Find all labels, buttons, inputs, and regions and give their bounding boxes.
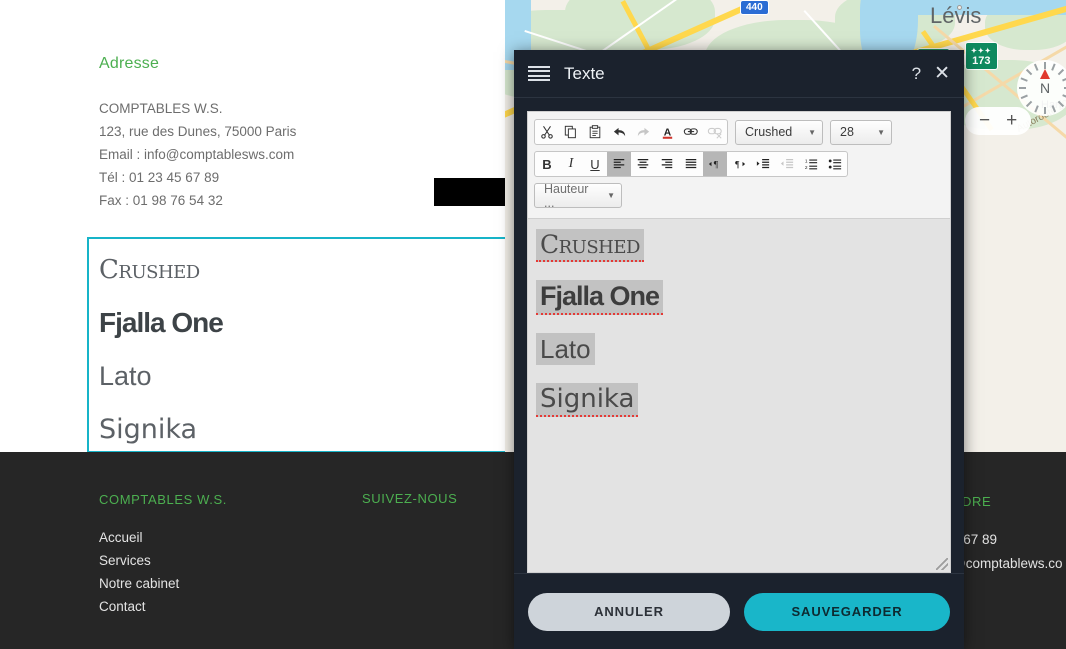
font-sample-lato: Lato bbox=[99, 361, 152, 391]
editor-toolbar: A Crushed ▼ 28 ▼ B I U ¶ ¶ 1 2 Hauteur .… bbox=[527, 111, 951, 218]
font-family-select[interactable]: Crushed ▼ bbox=[735, 119, 823, 145]
map-zoom-in-button[interactable]: + bbox=[1006, 110, 1017, 132]
save-button[interactable]: SAUVEGARDER bbox=[744, 592, 950, 631]
text-color-icon[interactable]: A bbox=[655, 120, 679, 144]
dialog-header: Texte ? ✕ bbox=[514, 50, 964, 98]
dialog-body: A Crushed ▼ 28 ▼ B I U ¶ ¶ 1 2 Hauteur .… bbox=[514, 98, 964, 573]
svg-text:¶: ¶ bbox=[714, 160, 719, 171]
outdent-button bbox=[775, 152, 799, 176]
format-button-group: B I U ¶ ¶ 1 2 bbox=[534, 151, 848, 177]
redo-icon bbox=[631, 120, 655, 144]
rich-text-editing-area[interactable]: Crushed Fjalla One Lato Signika bbox=[527, 218, 951, 573]
text-line[interactable]: Lato bbox=[536, 333, 940, 365]
chevron-down-icon: ▼ bbox=[877, 127, 885, 137]
unlink-icon bbox=[703, 120, 727, 144]
help-icon[interactable]: ? bbox=[912, 64, 921, 84]
link-icon[interactable] bbox=[679, 120, 703, 144]
text-line[interactable]: Crushed bbox=[536, 229, 940, 262]
copy-icon[interactable] bbox=[559, 120, 583, 144]
font-sample-signika: Signika bbox=[99, 414, 198, 445]
direction-ltr-button[interactable]: ¶ bbox=[703, 152, 727, 176]
text-line[interactable]: Fjalla One bbox=[536, 280, 940, 315]
align-center-button[interactable] bbox=[631, 152, 655, 176]
font-sample-crushed: Crushed bbox=[99, 255, 200, 285]
hamburger-icon[interactable] bbox=[528, 65, 550, 82]
direction-rtl-button[interactable]: ¶ bbox=[727, 152, 751, 176]
italic-button[interactable]: I bbox=[559, 152, 583, 176]
footer-heading: COMPTABLES W.S. bbox=[99, 492, 227, 507]
map-shield-173: ✦✦✦ 173 bbox=[965, 42, 998, 70]
resize-handle-icon[interactable] bbox=[936, 558, 948, 570]
address-line: Fax : 01 98 76 54 32 bbox=[99, 193, 223, 208]
dialog-title: Texte bbox=[564, 63, 605, 83]
footer-link-services[interactable]: Services bbox=[99, 549, 227, 572]
address-block: Adresse COMPTABLES W.S. 123, rue des Dun… bbox=[99, 55, 429, 212]
font-size-select[interactable]: 28 ▼ bbox=[830, 119, 892, 145]
unordered-list-button[interactable] bbox=[823, 152, 847, 176]
line-height-value: Hauteur ... bbox=[544, 181, 589, 210]
text-line-lato[interactable]: Lato bbox=[536, 333, 595, 365]
toolbar-row-2: B I U ¶ ¶ 1 2 bbox=[534, 151, 944, 177]
address-line: Tél : 01 23 45 67 89 bbox=[99, 170, 220, 185]
footer-link-accueil[interactable]: Accueil bbox=[99, 526, 227, 549]
footer-column-company: COMPTABLES W.S. Accueil Services Notre c… bbox=[99, 492, 227, 618]
text-line[interactable]: Signika bbox=[536, 383, 940, 417]
footer-heading: SUIVEZ-NOUS bbox=[362, 491, 458, 506]
text-editor-dialog[interactable]: Texte ? ✕ A Crushed ▼ 28 ▼ B I U ¶ ¶ 1 2… bbox=[514, 50, 964, 649]
font-preview-box[interactable]: Crushed Fjalla One Lato Signika bbox=[87, 237, 511, 453]
address-line: Email : info@comptablesws.com bbox=[99, 147, 295, 162]
footer-phone: 5 67 89 bbox=[952, 532, 998, 547]
ordered-list-button[interactable]: 12 bbox=[799, 152, 823, 176]
page-black-strip bbox=[434, 178, 512, 206]
map-shield-440: 440 bbox=[740, 0, 769, 15]
chevron-down-icon: ▼ bbox=[607, 191, 615, 200]
footer-heading: NDRE bbox=[952, 494, 992, 509]
shield-dots: ✦✦✦ bbox=[971, 48, 992, 55]
underline-button[interactable]: U bbox=[583, 152, 607, 176]
undo-icon[interactable] bbox=[607, 120, 631, 144]
map-compass[interactable]: N bbox=[1017, 60, 1066, 116]
toolbar-row-3: Hauteur ... ▼ bbox=[534, 181, 944, 210]
compass-north-label: N bbox=[1039, 80, 1051, 96]
bold-button[interactable]: B bbox=[535, 152, 559, 176]
font-size-value: 28 bbox=[840, 125, 854, 139]
address-line: 123, rue des Dunes, 75000 Paris bbox=[99, 124, 297, 139]
svg-text:2: 2 bbox=[805, 165, 808, 171]
chevron-down-icon: ▼ bbox=[808, 127, 816, 137]
line-height-select[interactable]: Hauteur ... ▼ bbox=[534, 181, 622, 210]
svg-text:1: 1 bbox=[805, 159, 808, 165]
toolbar-row-1: A Crushed ▼ 28 ▼ bbox=[534, 119, 944, 145]
close-icon[interactable]: ✕ bbox=[934, 64, 950, 83]
align-right-button[interactable] bbox=[655, 152, 679, 176]
compass-needle-icon bbox=[1040, 69, 1050, 79]
clipboard-button-group: A bbox=[534, 119, 728, 145]
map-zoom-out-button[interactable]: − bbox=[979, 110, 990, 132]
text-line-crushed[interactable]: Crushed bbox=[536, 229, 644, 262]
paste-icon[interactable] bbox=[583, 120, 607, 144]
footer-link-notre-cabinet[interactable]: Notre cabinet bbox=[99, 572, 227, 595]
cancel-button[interactable]: ANNULER bbox=[528, 592, 730, 631]
address-line: COMPTABLES W.S. bbox=[99, 101, 223, 116]
footer-column-contact: NDRE 5 67 89 @comptablews.co bbox=[952, 494, 1063, 576]
svg-text:A: A bbox=[663, 127, 671, 138]
shield-number: 173 bbox=[972, 55, 991, 67]
svg-text:¶: ¶ bbox=[735, 160, 740, 171]
align-left-button[interactable] bbox=[607, 152, 631, 176]
text-line-signika[interactable]: Signika bbox=[536, 383, 639, 417]
map-city-label: Lévis bbox=[930, 3, 982, 28]
text-line-fjalla-one[interactable]: Fjalla One bbox=[536, 280, 664, 315]
font-family-value: Crushed bbox=[745, 125, 793, 139]
footer-email: @comptablews.co bbox=[952, 556, 1063, 571]
footer-link-contact[interactable]: Contact bbox=[99, 595, 227, 618]
dialog-footer: ANNULER SAUVEGARDER bbox=[514, 573, 964, 649]
font-sample-fjalla-one: Fjalla One bbox=[99, 307, 224, 338]
address-heading: Adresse bbox=[99, 55, 160, 72]
align-justify-button[interactable] bbox=[679, 152, 703, 176]
map-zoom-controls[interactable]: − + bbox=[965, 107, 1032, 135]
footer-column-social: SUIVEZ-NOUS bbox=[362, 491, 457, 506]
indent-button[interactable] bbox=[751, 152, 775, 176]
screen: Adresse COMPTABLES W.S. 123, rue des Dun… bbox=[0, 0, 1066, 649]
cut-icon[interactable] bbox=[535, 120, 559, 144]
